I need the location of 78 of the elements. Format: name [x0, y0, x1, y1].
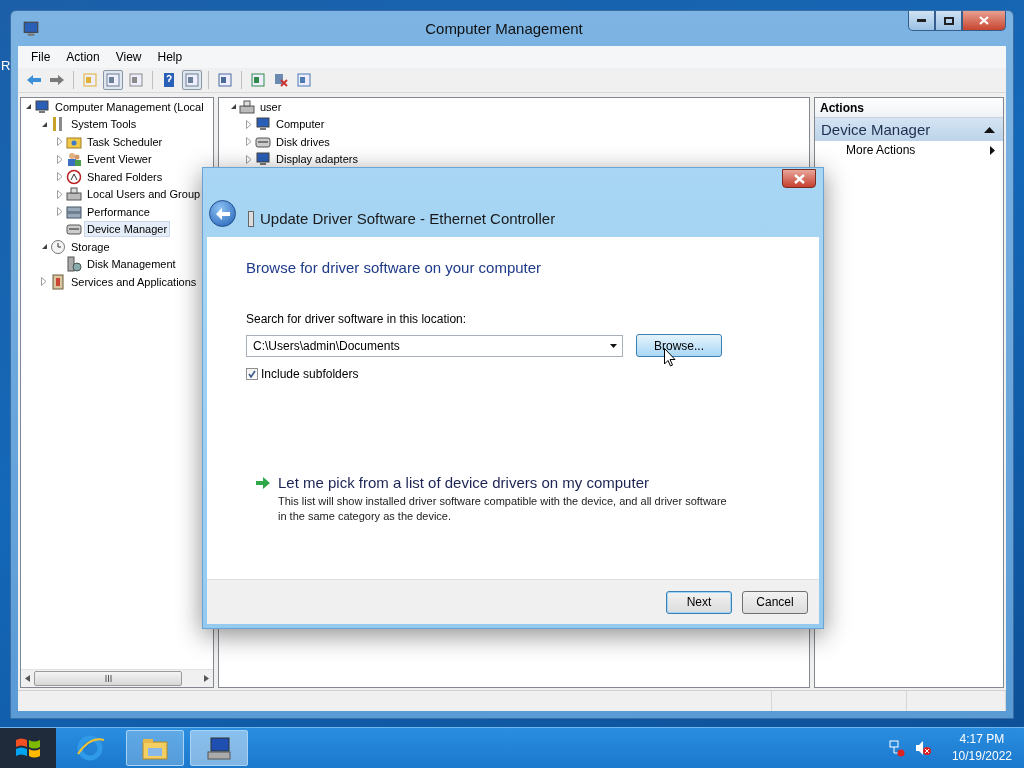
forward-icon [49, 72, 65, 88]
expanded-icon[interactable] [40, 120, 48, 128]
monitor-icon [255, 116, 271, 133]
action-item[interactable]: More Actions [815, 141, 1003, 159]
checkbox-label: Include subfolders [261, 367, 359, 381]
pick-driver-link[interactable]: Let me pick from a list of device drivers on my computer [278, 474, 649, 491]
actions-section-header[interactable]: Device Manager [815, 118, 1003, 141]
expanded-icon[interactable] [24, 103, 32, 111]
mouse-pointer-icon [664, 348, 676, 367]
tree-item[interactable]: Local Users and Group [84, 186, 204, 203]
desktop-icon-label: R [1, 58, 11, 73]
menu-item[interactable]: View [108, 48, 149, 66]
close-button[interactable] [782, 169, 816, 188]
tree-item[interactable]: Disk Management [84, 256, 179, 273]
tree-item[interactable]: Event Viewer [84, 151, 155, 168]
volume-muted-icon[interactable] [913, 739, 932, 757]
close-button[interactable] [962, 11, 1006, 31]
back-icon [26, 72, 42, 88]
computer-icon [34, 98, 50, 115]
tree-item[interactable]: Storage [68, 238, 113, 255]
monitor-icon [255, 151, 271, 168]
tree-item[interactable]: Display adapters [273, 151, 361, 168]
network-error-icon[interactable] [887, 739, 906, 757]
storage-icon [66, 203, 82, 220]
clock-time: 4:17 PM [959, 731, 1005, 748]
dialog-heading: Browse for driver software on your computer [246, 259, 543, 276]
browser-icon [76, 734, 106, 762]
maximize-icon [943, 16, 954, 25]
expanded-icon[interactable] [40, 243, 48, 251]
field-label: Search for driver software in this location: [246, 312, 468, 326]
location-combo-box[interactable]: C:\Users\admin\Documents [246, 334, 623, 357]
window-title: Computer Management [425, 20, 583, 37]
computer-icon [22, 19, 40, 38]
browse-button[interactable]: Browse... [636, 334, 722, 357]
computer-icon [204, 734, 234, 762]
menu-item[interactable]: Help [150, 48, 190, 66]
clock-date: 10/19/2022 [951, 748, 1012, 765]
scroll-right-icon[interactable] [204, 675, 209, 682]
submenu-arrow-icon [990, 145, 995, 155]
tree-item[interactable]: Disk drives [273, 133, 333, 150]
minimize-icon [917, 19, 926, 22]
scroll-thumb[interactable] [34, 671, 182, 686]
checkbox[interactable] [246, 368, 258, 380]
start-button[interactable] [0, 728, 56, 768]
help-icon [161, 72, 177, 88]
menu-item[interactable]: Action [59, 48, 107, 66]
menu-item[interactable]: File [24, 48, 58, 66]
tree-item[interactable]: Computer Management (Local [52, 98, 207, 115]
tree-item[interactable]: user [257, 98, 285, 115]
tree-item[interactable]: System Tools [68, 116, 140, 133]
expanded-icon[interactable] [229, 103, 237, 111]
clock-icon [50, 238, 66, 255]
back-arrow-icon [215, 207, 230, 220]
tree-item[interactable]: Shared Folders [84, 168, 166, 185]
scroll-left-icon[interactable] [25, 675, 30, 682]
link-description: This list will show installed driver software compatible with the device, and all driver software in the same category as the device. [278, 494, 728, 524]
tree-item[interactable]: Device Manager [84, 221, 171, 238]
taskbar-button[interactable] [190, 730, 248, 766]
clock[interactable]: 4:17 PM 10/19/2022 [951, 731, 1012, 765]
tree-item[interactable]: Computer [273, 116, 328, 133]
tree-item[interactable]: Task Scheduler [84, 133, 166, 150]
users-icon [66, 151, 82, 168]
dropdown-arrow-icon [610, 343, 617, 348]
horizontal-scrollbar[interactable] [21, 669, 213, 687]
windows-logo-icon [15, 736, 41, 760]
tree-item[interactable]: Services and Applications [68, 273, 200, 290]
close-icon [793, 173, 805, 184]
dialog-button[interactable]: Next [666, 590, 732, 614]
maximize-button[interactable] [935, 11, 962, 31]
collapsed-icon[interactable] [41, 277, 47, 287]
tree-item[interactable]: Performance [84, 203, 153, 220]
close-icon [979, 16, 989, 25]
remove-icon [273, 72, 289, 88]
back-button[interactable] [209, 200, 236, 227]
minimize-button[interactable] [908, 11, 935, 31]
dialog-title: Update Driver Software - Ethernet Controller [260, 210, 556, 227]
arrow-icon [256, 477, 270, 489]
dialog-button[interactable]: Cancel [742, 590, 808, 614]
